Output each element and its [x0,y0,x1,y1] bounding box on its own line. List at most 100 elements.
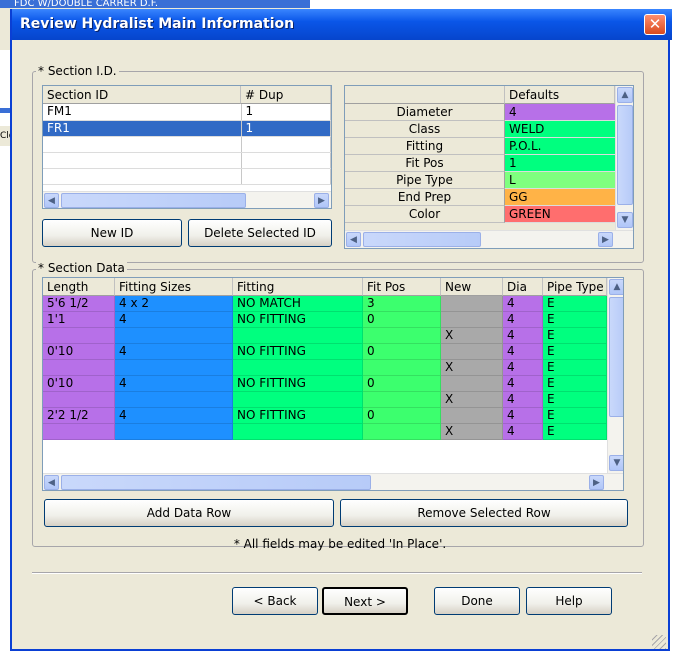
horizontal-scrollbar[interactable]: ◀ ▶ [345,230,633,248]
data-cell-sizes[interactable]: 4 [115,344,233,360]
scroll-left-icon[interactable]: ◀ [44,193,59,208]
data-cell-dia[interactable]: 4 [503,344,543,360]
scroll-down-icon[interactable]: ▼ [617,212,633,228]
remove-selected-row-button[interactable]: Remove Selected Row [340,499,628,527]
data-cell-pipetype[interactable]: E [543,312,607,328]
data-cell-fitting[interactable] [233,424,363,440]
col-header[interactable]: New [441,278,503,296]
scroll-right-icon[interactable]: ▶ [314,193,329,208]
scroll-thumb[interactable] [609,297,623,417]
data-cell-new[interactable]: X [441,328,503,344]
data-cell-fitting[interactable]: NO FITTING [233,312,363,328]
scroll-thumb[interactable] [61,475,371,490]
scroll-left-icon[interactable]: ◀ [44,475,59,490]
data-cell-fitpos[interactable]: 0 [363,312,441,328]
dup-cell[interactable]: 1 [241,120,331,137]
data-cell-pipetype[interactable]: E [543,392,607,408]
back-button[interactable]: < Back [232,587,318,615]
data-cell-length[interactable]: 1'1 [43,312,115,328]
data-cell-sizes[interactable] [115,392,233,408]
col-header[interactable]: Fitting [233,278,363,296]
data-cell-length[interactable]: 5'6 1/2 [43,296,115,312]
scroll-up-icon[interactable]: ▲ [617,87,633,103]
vertical-scrollbar[interactable]: ▲ ▼ [607,278,623,473]
data-cell-pipetype[interactable]: E [543,328,607,344]
new-id-button[interactable]: New ID [42,219,182,247]
data-cell-fitting[interactable]: NO MATCH [233,296,363,312]
scroll-thumb[interactable] [363,232,481,247]
defaults-row[interactable]: End Prep GG [345,189,615,206]
data-cell-fitpos[interactable] [363,328,441,344]
scroll-thumb[interactable] [617,105,633,205]
data-cell-fitpos[interactable]: 0 [363,376,441,392]
data-cell-fitpos[interactable]: 0 [363,408,441,424]
data-cell-pipetype[interactable]: E [543,424,607,440]
col-header-section-id[interactable]: Section ID [43,86,241,104]
scroll-right-icon[interactable]: ▶ [589,475,604,490]
close-button[interactable]: ✕ [644,14,666,35]
table-row[interactable]: FM1 1 [43,104,331,121]
table-row[interactable] [43,136,331,153]
scroll-left-icon[interactable]: ◀ [346,232,361,247]
scroll-down-icon[interactable]: ▼ [609,455,623,471]
data-cell-dia[interactable]: 4 [503,360,543,376]
data-cell-fitting[interactable]: NO FITTING [233,376,363,392]
resize-grip-icon[interactable] [652,635,666,649]
data-cell-new[interactable] [441,296,503,312]
data-cell-new[interactable] [441,312,503,328]
vertical-scrollbar[interactable]: ▲ ▼ [615,86,633,230]
col-header[interactable]: Pipe Type [543,278,607,296]
data-cell-new[interactable]: X [441,424,503,440]
data-cell-dia[interactable]: 4 [503,376,543,392]
data-cell-sizes[interactable]: 4 [115,312,233,328]
data-cell-dia[interactable]: 4 [503,424,543,440]
col-header[interactable]: Length [43,278,115,296]
defaults-row[interactable]: Diameter 4 [345,104,615,121]
horizontal-scrollbar[interactable]: ◀ ▶ [43,191,331,208]
defaults-grid[interactable]: Defaults Diameter 4 Class WELD Fitting P.O.L.… [344,85,634,249]
defaults-row[interactable]: Fit Pos 1 [345,155,615,172]
data-cell-fitting[interactable]: NO FITTING [233,408,363,424]
defaults-value[interactable]: 4 [505,104,615,121]
data-cell-length[interactable] [43,328,115,344]
help-button[interactable]: Help [526,587,612,615]
scroll-right-icon[interactable]: ▶ [598,232,613,247]
col-header[interactable]: Dia [503,278,543,296]
defaults-row[interactable]: Fitting P.O.L. [345,138,615,155]
table-row-selected[interactable]: FR1 1 [43,120,331,137]
data-cell-fitpos[interactable]: 3 [363,296,441,312]
scroll-up-icon[interactable]: ▲ [609,279,623,295]
defaults-value[interactable]: WELD [505,121,615,138]
data-cell-new[interactable] [441,408,503,424]
data-cell-sizes[interactable]: 4 x 2 [115,296,233,312]
data-cell-dia[interactable]: 4 [503,392,543,408]
table-row[interactable] [43,152,331,169]
defaults-row[interactable]: Class WELD [345,121,615,138]
data-cell-length[interactable] [43,360,115,376]
data-cell-length[interactable]: 0'10 [43,344,115,360]
data-cell-dia[interactable]: 4 [503,312,543,328]
defaults-value[interactable]: GREEN [505,206,615,223]
data-cell-pipetype[interactable]: E [543,296,607,312]
defaults-header[interactable]: Defaults [505,86,615,104]
defaults-value[interactable]: 1 [505,155,615,172]
data-cell-fitpos[interactable] [363,392,441,408]
defaults-value[interactable]: GG [505,189,615,206]
data-cell-fitpos[interactable] [363,424,441,440]
table-row[interactable] [43,168,331,185]
delete-selected-id-button[interactable]: Delete Selected ID [188,219,332,247]
data-cell-fitpos[interactable] [363,360,441,376]
data-cell-sizes[interactable] [115,424,233,440]
data-cell-length[interactable]: 2'2 1/2 [43,408,115,424]
done-button[interactable]: Done [434,587,520,615]
data-cell-length[interactable] [43,424,115,440]
data-cell-pipetype[interactable]: E [543,360,607,376]
data-cell-new[interactable]: X [441,360,503,376]
data-cell-fitpos[interactable]: 0 [363,344,441,360]
col-header[interactable]: Fitting Sizes [115,278,233,296]
data-cell-sizes[interactable]: 4 [115,376,233,392]
data-cell-new[interactable] [441,344,503,360]
data-cell-length[interactable]: 0'10 [43,376,115,392]
defaults-row[interactable]: Color GREEN [345,206,615,223]
data-cell-pipetype[interactable]: E [543,376,607,392]
